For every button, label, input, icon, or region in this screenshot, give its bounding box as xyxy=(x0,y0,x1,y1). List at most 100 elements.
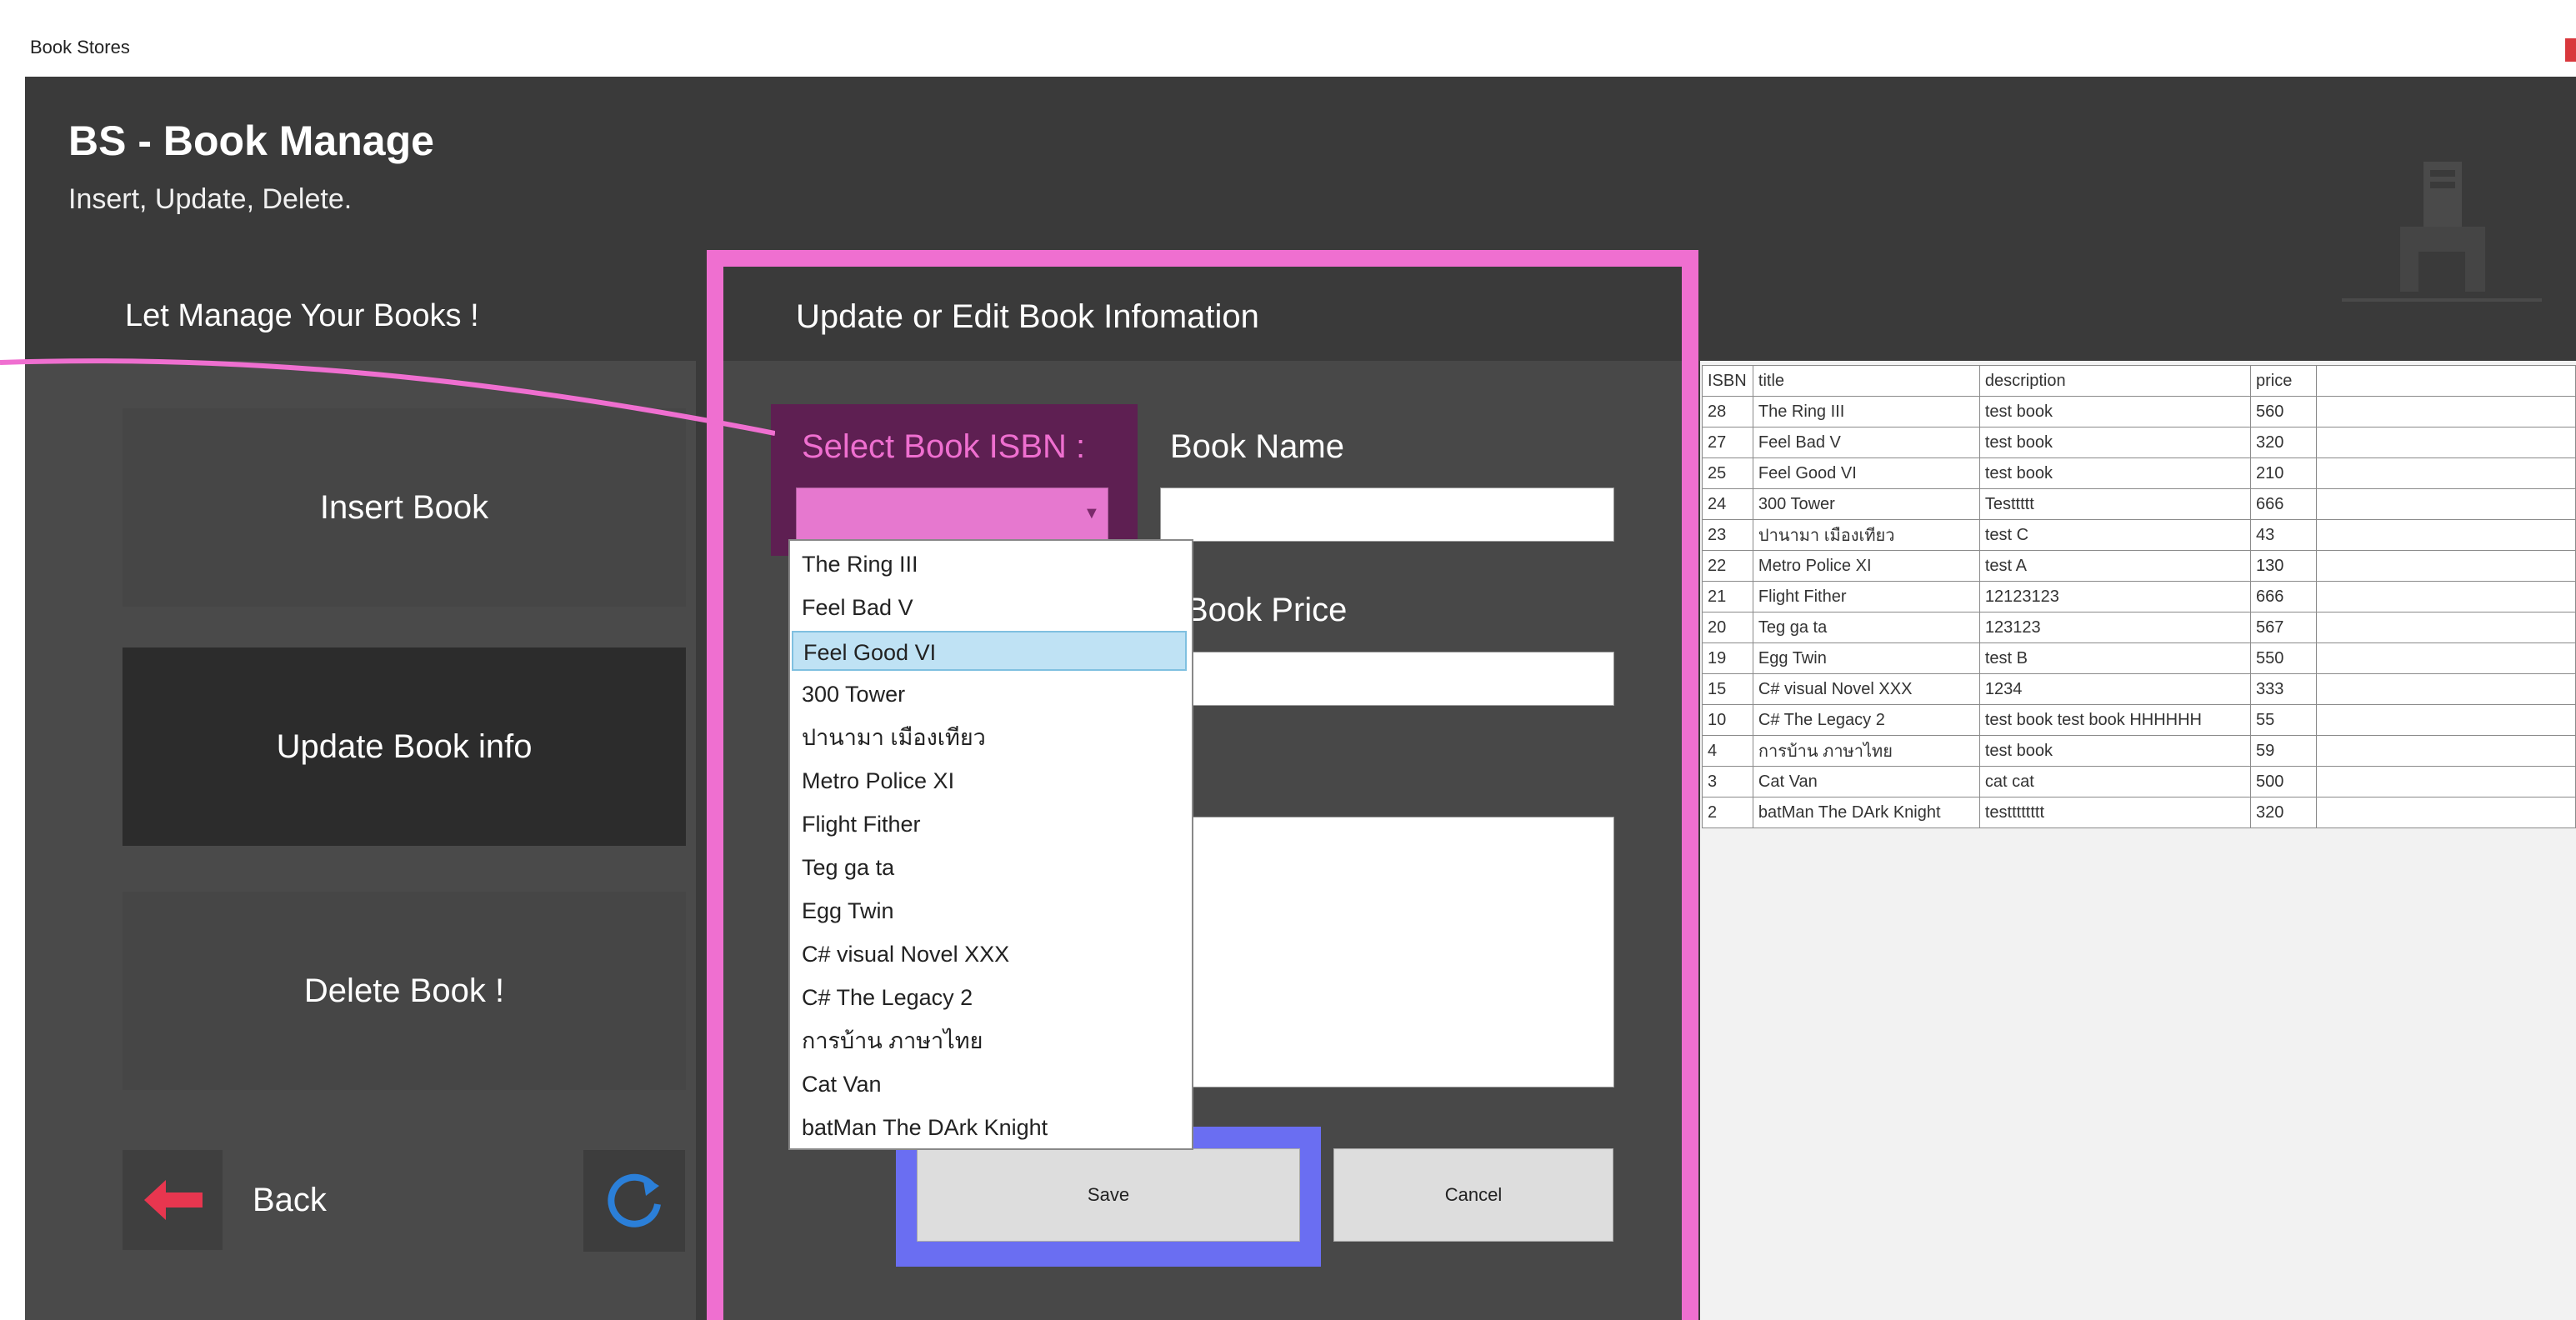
books-table[interactable]: ISBN title description price 28 The Ring … xyxy=(1702,365,2576,828)
cell-description: test book xyxy=(1978,458,2251,489)
title-bar xyxy=(0,0,2576,77)
cell-filler xyxy=(2316,704,2576,736)
dropdown-option[interactable]: Feel Good VI xyxy=(792,631,1187,671)
table-row[interactable]: 4 การบ้าน ภาษาไทย test book 59 xyxy=(1702,735,2576,767)
cell-filler xyxy=(2316,766,2576,798)
cell-description: 123123 xyxy=(1978,612,2251,643)
annotation-connector xyxy=(0,358,775,436)
cell-title: C# The Legacy 2 xyxy=(1752,704,1980,736)
cell-description: test book xyxy=(1978,396,2251,428)
book-name-input[interactable] xyxy=(1160,488,1614,542)
cell-title: การบ้าน ภาษาไทย xyxy=(1752,735,1980,767)
table-row[interactable]: 10 C# The Legacy 2 test book test book HHH… xyxy=(1702,704,2576,736)
table-row[interactable]: 20 Teg ga ta 123123 567 xyxy=(1702,612,2576,643)
cell-isbn: 21 xyxy=(1702,581,1753,612)
dropdown-option[interactable]: Egg Twin xyxy=(802,891,1177,931)
table-row[interactable]: 21 Flight Fither 12123123 666 xyxy=(1702,581,2576,612)
dropdown-option[interactable]: Teg ga ta xyxy=(802,848,1177,888)
update-book-button[interactable]: Update Book info xyxy=(123,648,686,846)
column-header-isbn[interactable]: ISBN xyxy=(1702,365,1753,397)
cell-filler xyxy=(2316,396,2576,428)
cell-title: Feel Bad V xyxy=(1752,427,1980,458)
table-row[interactable]: 3 Cat Van cat cat 500 xyxy=(1702,766,2576,798)
save-button[interactable]: Save xyxy=(917,1148,1300,1242)
cell-isbn: 27 xyxy=(1702,427,1753,458)
cell-price: 210 xyxy=(2249,458,2318,489)
cell-price: 55 xyxy=(2249,704,2318,736)
table-row[interactable]: 28 The Ring III test book 560 xyxy=(1702,396,2576,428)
dropdown-option[interactable]: C# The Legacy 2 xyxy=(802,978,1177,1018)
dropdown-option[interactable]: Flight Fither xyxy=(802,804,1177,844)
cell-title: ปานามา เมืองเทียว xyxy=(1752,519,1980,551)
cell-description: test A xyxy=(1978,550,2251,582)
window-title: Book Stores xyxy=(30,37,130,58)
cell-isbn: 28 xyxy=(1702,396,1753,428)
table-row[interactable]: 22 Metro Police XI test A 130 xyxy=(1702,550,2576,582)
isbn-select[interactable] xyxy=(796,488,1108,542)
cell-price: 43 xyxy=(2249,519,2318,551)
book-price-input[interactable] xyxy=(1160,652,1614,706)
cell-title: batMan The DArk Knight xyxy=(1752,797,1980,828)
dropdown-option[interactable]: 300 Tower xyxy=(802,674,1177,714)
close-button[interactable] xyxy=(2565,38,2576,62)
column-header-description[interactable]: description xyxy=(1978,365,2251,397)
cell-price: 59 xyxy=(2249,735,2318,767)
cell-title: Metro Police XI xyxy=(1752,550,1980,582)
back-arrow-icon xyxy=(123,1150,223,1250)
table-row[interactable]: 27 Feel Bad Vtest book 320 xyxy=(1702,427,2576,458)
isbn-dropdown-list[interactable]: The Ring III Feel Bad V Feel Good VI 300 To… xyxy=(788,539,1193,1150)
dropdown-option[interactable]: ปานามา เมืองเทียว xyxy=(802,718,1177,758)
cell-price: 550 xyxy=(2249,642,2318,674)
cell-description: Testtttt xyxy=(1978,488,2251,520)
cell-price: 560 xyxy=(2249,396,2318,428)
cell-filler xyxy=(2316,427,2576,458)
column-header-filler xyxy=(2316,365,2576,397)
table-row[interactable]: 15 C# visual Novel XXX 1234 333 xyxy=(1702,673,2576,705)
dropdown-option[interactable]: C# visual Novel XXX xyxy=(802,934,1177,974)
cell-description: test C xyxy=(1978,519,2251,551)
table-header-row: ISBN title description price xyxy=(1702,365,2576,397)
refresh-button[interactable] xyxy=(583,1150,685,1252)
cancel-button[interactable]: Cancel xyxy=(1333,1148,1613,1242)
dropdown-option[interactable]: Cat Van xyxy=(802,1064,1177,1104)
cell-price: 666 xyxy=(2249,488,2318,520)
page-title: BS - Book Manage xyxy=(68,118,434,164)
cell-description: test book test book HHHHHH xyxy=(1978,704,2251,736)
cell-filler xyxy=(2316,612,2576,643)
cell-isbn: 25 xyxy=(1702,458,1753,489)
cell-title: Teg ga ta xyxy=(1752,612,1980,643)
dropdown-option[interactable]: batMan The DArk Knight xyxy=(802,1108,1177,1148)
table-row[interactable]: 25 Feel Good VI test book 210 xyxy=(1702,458,2576,489)
cell-price: 320 xyxy=(2249,797,2318,828)
description-input[interactable] xyxy=(1160,817,1614,1088)
cell-description: cat cat xyxy=(1978,766,2251,798)
back-button[interactable]: Back xyxy=(123,1150,539,1250)
table-row[interactable]: 19 Egg Twin test B 550 xyxy=(1702,642,2576,674)
cell-description: testttttttt xyxy=(1978,797,2251,828)
cell-description: test B xyxy=(1978,642,2251,674)
cell-title: The Ring III xyxy=(1752,396,1980,428)
chevron-down-icon[interactable]: ▼ xyxy=(1083,504,1100,523)
cell-filler xyxy=(2316,519,2576,551)
cell-description: 12123123 xyxy=(1978,581,2251,612)
cell-title: C# visual Novel XXX xyxy=(1752,673,1980,705)
column-header-title[interactable]: title xyxy=(1752,365,1980,397)
cell-isbn: 3 xyxy=(1702,766,1753,798)
table-row[interactable]: 23 ปานามา เมืองเทียว test C 43 xyxy=(1702,519,2576,551)
book-price-label: Book Price xyxy=(1186,592,1348,628)
table-row[interactable]: 2 batMan The DArk Knight testttttttt 320 xyxy=(1702,797,2576,828)
column-header-price[interactable]: price xyxy=(2249,365,2318,397)
cell-isbn: 22 xyxy=(1702,550,1753,582)
table-row[interactable]: 24 300 Tower Testtttt 666 xyxy=(1702,488,2576,520)
page-subtitle: Insert, Update, Delete. xyxy=(68,183,353,215)
dropdown-option[interactable]: Feel Bad V xyxy=(802,588,1177,628)
dropdown-option[interactable]: The Ring III xyxy=(802,544,1177,584)
dropdown-option[interactable]: การบ้าน ภาษาไทย xyxy=(802,1021,1177,1061)
cell-filler xyxy=(2316,797,2576,828)
delete-book-button[interactable]: Delete Book ! xyxy=(123,892,686,1090)
dropdown-option[interactable]: Metro Police XI xyxy=(802,761,1177,801)
refresh-icon xyxy=(608,1173,661,1228)
cell-title: Feel Good VI xyxy=(1752,458,1980,489)
cell-isbn: 20 xyxy=(1702,612,1753,643)
cell-filler xyxy=(2316,735,2576,767)
